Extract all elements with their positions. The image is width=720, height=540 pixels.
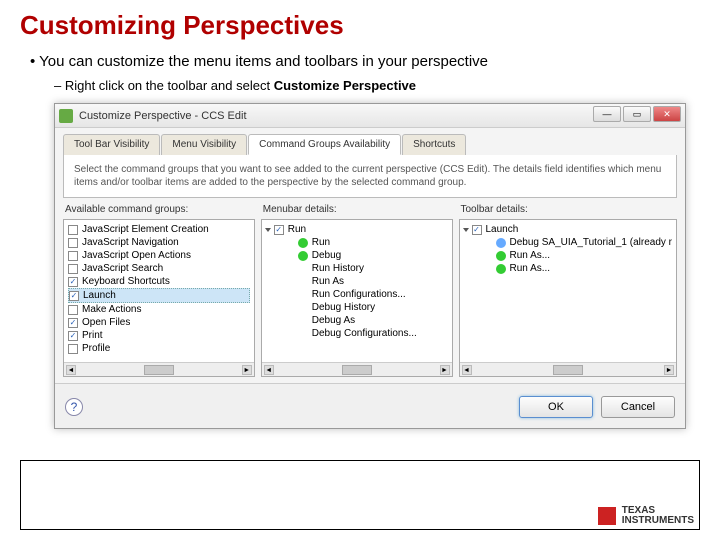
horiz-scrollbar[interactable]: ◄► bbox=[460, 362, 677, 376]
tree-item[interactable]: Debug As bbox=[266, 314, 448, 327]
available-group-item[interactable]: JavaScript Element Creation bbox=[68, 223, 250, 236]
checkbox[interactable] bbox=[274, 225, 284, 235]
minimize-button[interactable]: — bbox=[593, 106, 621, 122]
checkbox[interactable] bbox=[68, 264, 78, 274]
menu-icon bbox=[298, 290, 308, 300]
available-group-item[interactable]: Keyboard Shortcuts bbox=[68, 275, 250, 288]
menubar-details-header: Menubar details: bbox=[261, 202, 453, 219]
tree-item[interactable]: Run As... bbox=[464, 262, 673, 275]
dialog-titlebar[interactable]: Customize Perspective - CCS Edit — ▭ ✕ bbox=[55, 104, 685, 128]
available-group-item[interactable]: Open Files bbox=[68, 316, 250, 329]
menu-icon bbox=[298, 316, 308, 326]
available-group-item[interactable]: Profile bbox=[68, 342, 250, 355]
cancel-button[interactable]: Cancel bbox=[601, 396, 675, 418]
available-group-item[interactable]: JavaScript Open Actions bbox=[68, 249, 250, 262]
toolbar-details-header: Toolbar details: bbox=[459, 202, 678, 219]
checkbox[interactable] bbox=[69, 291, 79, 301]
tab-description: Select the command groups that you want … bbox=[63, 155, 677, 198]
tree-item[interactable]: Run As... bbox=[464, 249, 673, 262]
menu-icon bbox=[298, 264, 308, 274]
menu-icon bbox=[298, 238, 308, 248]
ti-logo-icon bbox=[598, 507, 616, 525]
available-group-item[interactable]: Launch bbox=[68, 288, 250, 303]
bullet-level2: Right click on the toolbar and select Cu… bbox=[54, 78, 700, 93]
tree-item[interactable]: Run bbox=[266, 236, 448, 249]
toolbar-icon bbox=[496, 238, 506, 248]
menu-icon bbox=[298, 329, 308, 339]
customize-perspective-dialog: Customize Perspective - CCS Edit — ▭ ✕ T… bbox=[54, 103, 686, 429]
horiz-scrollbar[interactable]: ◄► bbox=[262, 362, 452, 376]
checkbox[interactable] bbox=[68, 344, 78, 354]
brand-footer: TEXAS INSTRUMENTS bbox=[598, 506, 694, 526]
tab-shortcuts[interactable]: Shortcuts bbox=[402, 134, 466, 155]
ok-button[interactable]: OK bbox=[519, 396, 593, 418]
close-button[interactable]: ✕ bbox=[653, 106, 681, 122]
toolbar-details-list[interactable]: LaunchDebug SA_UIA_Tutorial_1 (already r… bbox=[459, 219, 678, 377]
bullet-level1: You can customize the menu items and too… bbox=[30, 53, 700, 70]
tree-item[interactable]: Debug bbox=[266, 249, 448, 262]
available-groups-list[interactable]: JavaScript Element CreationJavaScript Na… bbox=[63, 219, 255, 377]
available-group-item[interactable]: Print bbox=[68, 329, 250, 342]
tab-row: Tool Bar Visibility Menu Visibility Comm… bbox=[55, 128, 685, 155]
checkbox[interactable] bbox=[68, 318, 78, 328]
available-group-item[interactable]: JavaScript Search bbox=[68, 262, 250, 275]
expander-icon[interactable] bbox=[265, 228, 271, 232]
checkbox[interactable] bbox=[68, 277, 78, 287]
tree-item[interactable]: Debug Configurations... bbox=[266, 327, 448, 340]
tab-menu-visibility[interactable]: Menu Visibility bbox=[161, 134, 247, 155]
tab-command-groups[interactable]: Command Groups Availability bbox=[248, 134, 401, 155]
tree-item[interactable]: Debug SA_UIA_Tutorial_1 (already r bbox=[464, 236, 673, 249]
available-group-item[interactable]: Make Actions bbox=[68, 303, 250, 316]
tree-root[interactable]: Launch bbox=[464, 223, 673, 236]
menubar-details-list[interactable]: RunRunDebugRun HistoryRun AsRun Configur… bbox=[261, 219, 453, 377]
menu-icon bbox=[298, 251, 308, 261]
tree-item[interactable]: Run As bbox=[266, 275, 448, 288]
menu-icon bbox=[298, 303, 308, 313]
toolbar-icon bbox=[496, 264, 506, 274]
available-group-item[interactable]: JavaScript Navigation bbox=[68, 236, 250, 249]
checkbox[interactable] bbox=[68, 305, 78, 315]
horiz-scrollbar[interactable]: ◄► bbox=[64, 362, 254, 376]
tree-item[interactable]: Debug History bbox=[266, 301, 448, 314]
toolbar-icon bbox=[496, 251, 506, 261]
tree-root[interactable]: Run bbox=[266, 223, 448, 236]
maximize-button[interactable]: ▭ bbox=[623, 106, 651, 122]
available-groups-header: Available command groups: bbox=[63, 202, 255, 219]
menu-icon bbox=[298, 277, 308, 287]
checkbox[interactable] bbox=[472, 225, 482, 235]
dialog-title: Customize Perspective - CCS Edit bbox=[79, 110, 247, 122]
tree-item[interactable]: Run Configurations... bbox=[266, 288, 448, 301]
checkbox[interactable] bbox=[68, 331, 78, 341]
expander-icon[interactable] bbox=[463, 228, 469, 232]
checkbox[interactable] bbox=[68, 251, 78, 261]
checkbox[interactable] bbox=[68, 225, 78, 235]
tab-toolbar-visibility[interactable]: Tool Bar Visibility bbox=[63, 134, 160, 155]
checkbox[interactable] bbox=[68, 238, 78, 248]
help-button[interactable]: ? bbox=[65, 398, 83, 416]
app-icon bbox=[59, 109, 73, 123]
tree-item[interactable]: Run History bbox=[266, 262, 448, 275]
slide-title: Customizing Perspectives bbox=[20, 10, 700, 41]
